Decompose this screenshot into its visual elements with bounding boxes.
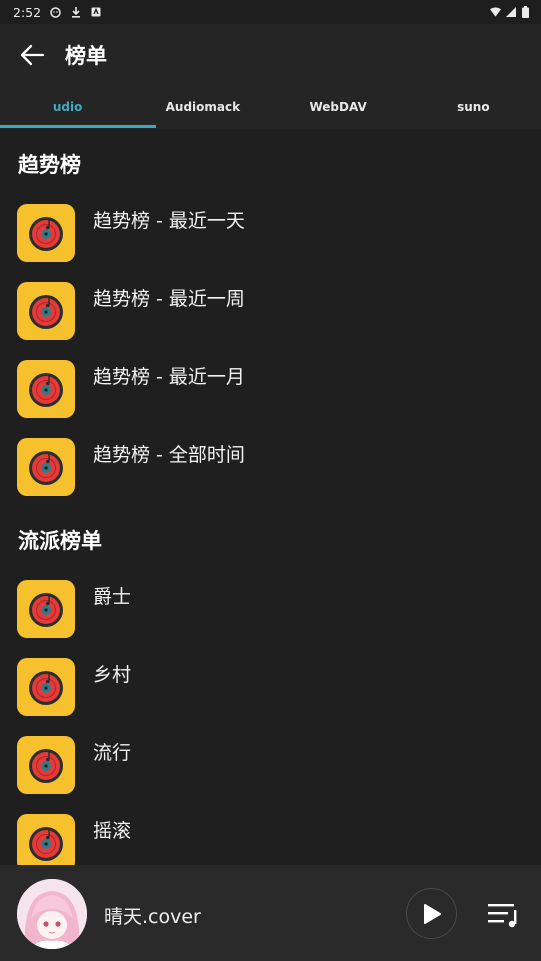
tab-suno[interactable]: suno	[406, 85, 541, 129]
list-item-label: 趋势榜 - 最近一周	[93, 288, 245, 310]
list-item[interactable]: 趋势榜 - 最近一月	[0, 360, 541, 438]
music-disc-icon	[17, 360, 75, 418]
tab-bar: udio Audiomack WebDAV suno	[0, 85, 541, 129]
tab-udio[interactable]: udio	[0, 85, 135, 129]
play-icon	[423, 903, 441, 924]
playlist-button[interactable]	[486, 900, 520, 928]
music-disc-icon	[17, 204, 75, 262]
notification-face-icon	[50, 6, 61, 18]
list-item-label: 摇滚	[93, 820, 132, 842]
arrow-left-icon	[20, 44, 45, 65]
download-icon	[70, 6, 81, 18]
section-title-genre: 流派榜单	[18, 529, 102, 553]
music-disc-icon	[17, 282, 75, 340]
list-item[interactable]: 流行	[0, 736, 541, 814]
wifi-icon	[490, 6, 501, 18]
list-item-label: 趋势榜 - 最近一月	[93, 366, 245, 388]
back-button[interactable]	[17, 40, 47, 70]
cellular-signal-icon	[505, 6, 516, 18]
music-disc-icon	[17, 438, 75, 496]
list-item[interactable]: 摇滚	[0, 814, 541, 865]
app-notification-icon	[90, 6, 101, 18]
music-disc-icon	[17, 736, 75, 794]
active-tab-indicator	[0, 125, 156, 128]
music-disc-icon	[17, 814, 75, 865]
app-bar: 榜单	[0, 24, 541, 85]
list-item[interactable]: 乡村	[0, 658, 541, 736]
section-title-trending: 趋势榜	[18, 153, 81, 177]
list-item-label: 乡村	[93, 664, 132, 686]
list-item[interactable]: 趋势榜 - 最近一天	[0, 204, 541, 282]
status-bar: 2:52	[0, 0, 541, 24]
battery-icon	[520, 6, 531, 18]
mini-player[interactable]: 晴天.cover	[0, 865, 541, 961]
status-time: 2:52	[13, 4, 42, 20]
album-cover	[17, 879, 87, 949]
list-item-label: 趋势榜 - 最近一天	[93, 210, 245, 232]
page-title: 榜单	[65, 43, 107, 68]
play-button[interactable]	[406, 888, 457, 939]
chart-list[interactable]: 趋势榜 趋势榜 - 最近一天 趋势榜 - 最近一周 趋势榜 - 最近一月 趋势榜…	[0, 129, 541, 865]
tab-audiomack[interactable]: Audiomack	[135, 85, 270, 129]
music-disc-icon	[17, 658, 75, 716]
tab-webdav[interactable]: WebDAV	[271, 85, 406, 129]
list-item[interactable]: 爵士	[0, 580, 541, 658]
playlist-icon	[488, 904, 517, 928]
music-disc-icon	[17, 580, 75, 638]
list-item-label: 趋势榜 - 全部时间	[93, 444, 245, 466]
list-item[interactable]: 趋势榜 - 全部时间	[0, 438, 541, 516]
list-item[interactable]: 趋势榜 - 最近一周	[0, 282, 541, 360]
list-item-label: 流行	[93, 742, 132, 764]
track-title: 晴天.cover	[104, 906, 201, 928]
list-item-label: 爵士	[93, 586, 132, 608]
